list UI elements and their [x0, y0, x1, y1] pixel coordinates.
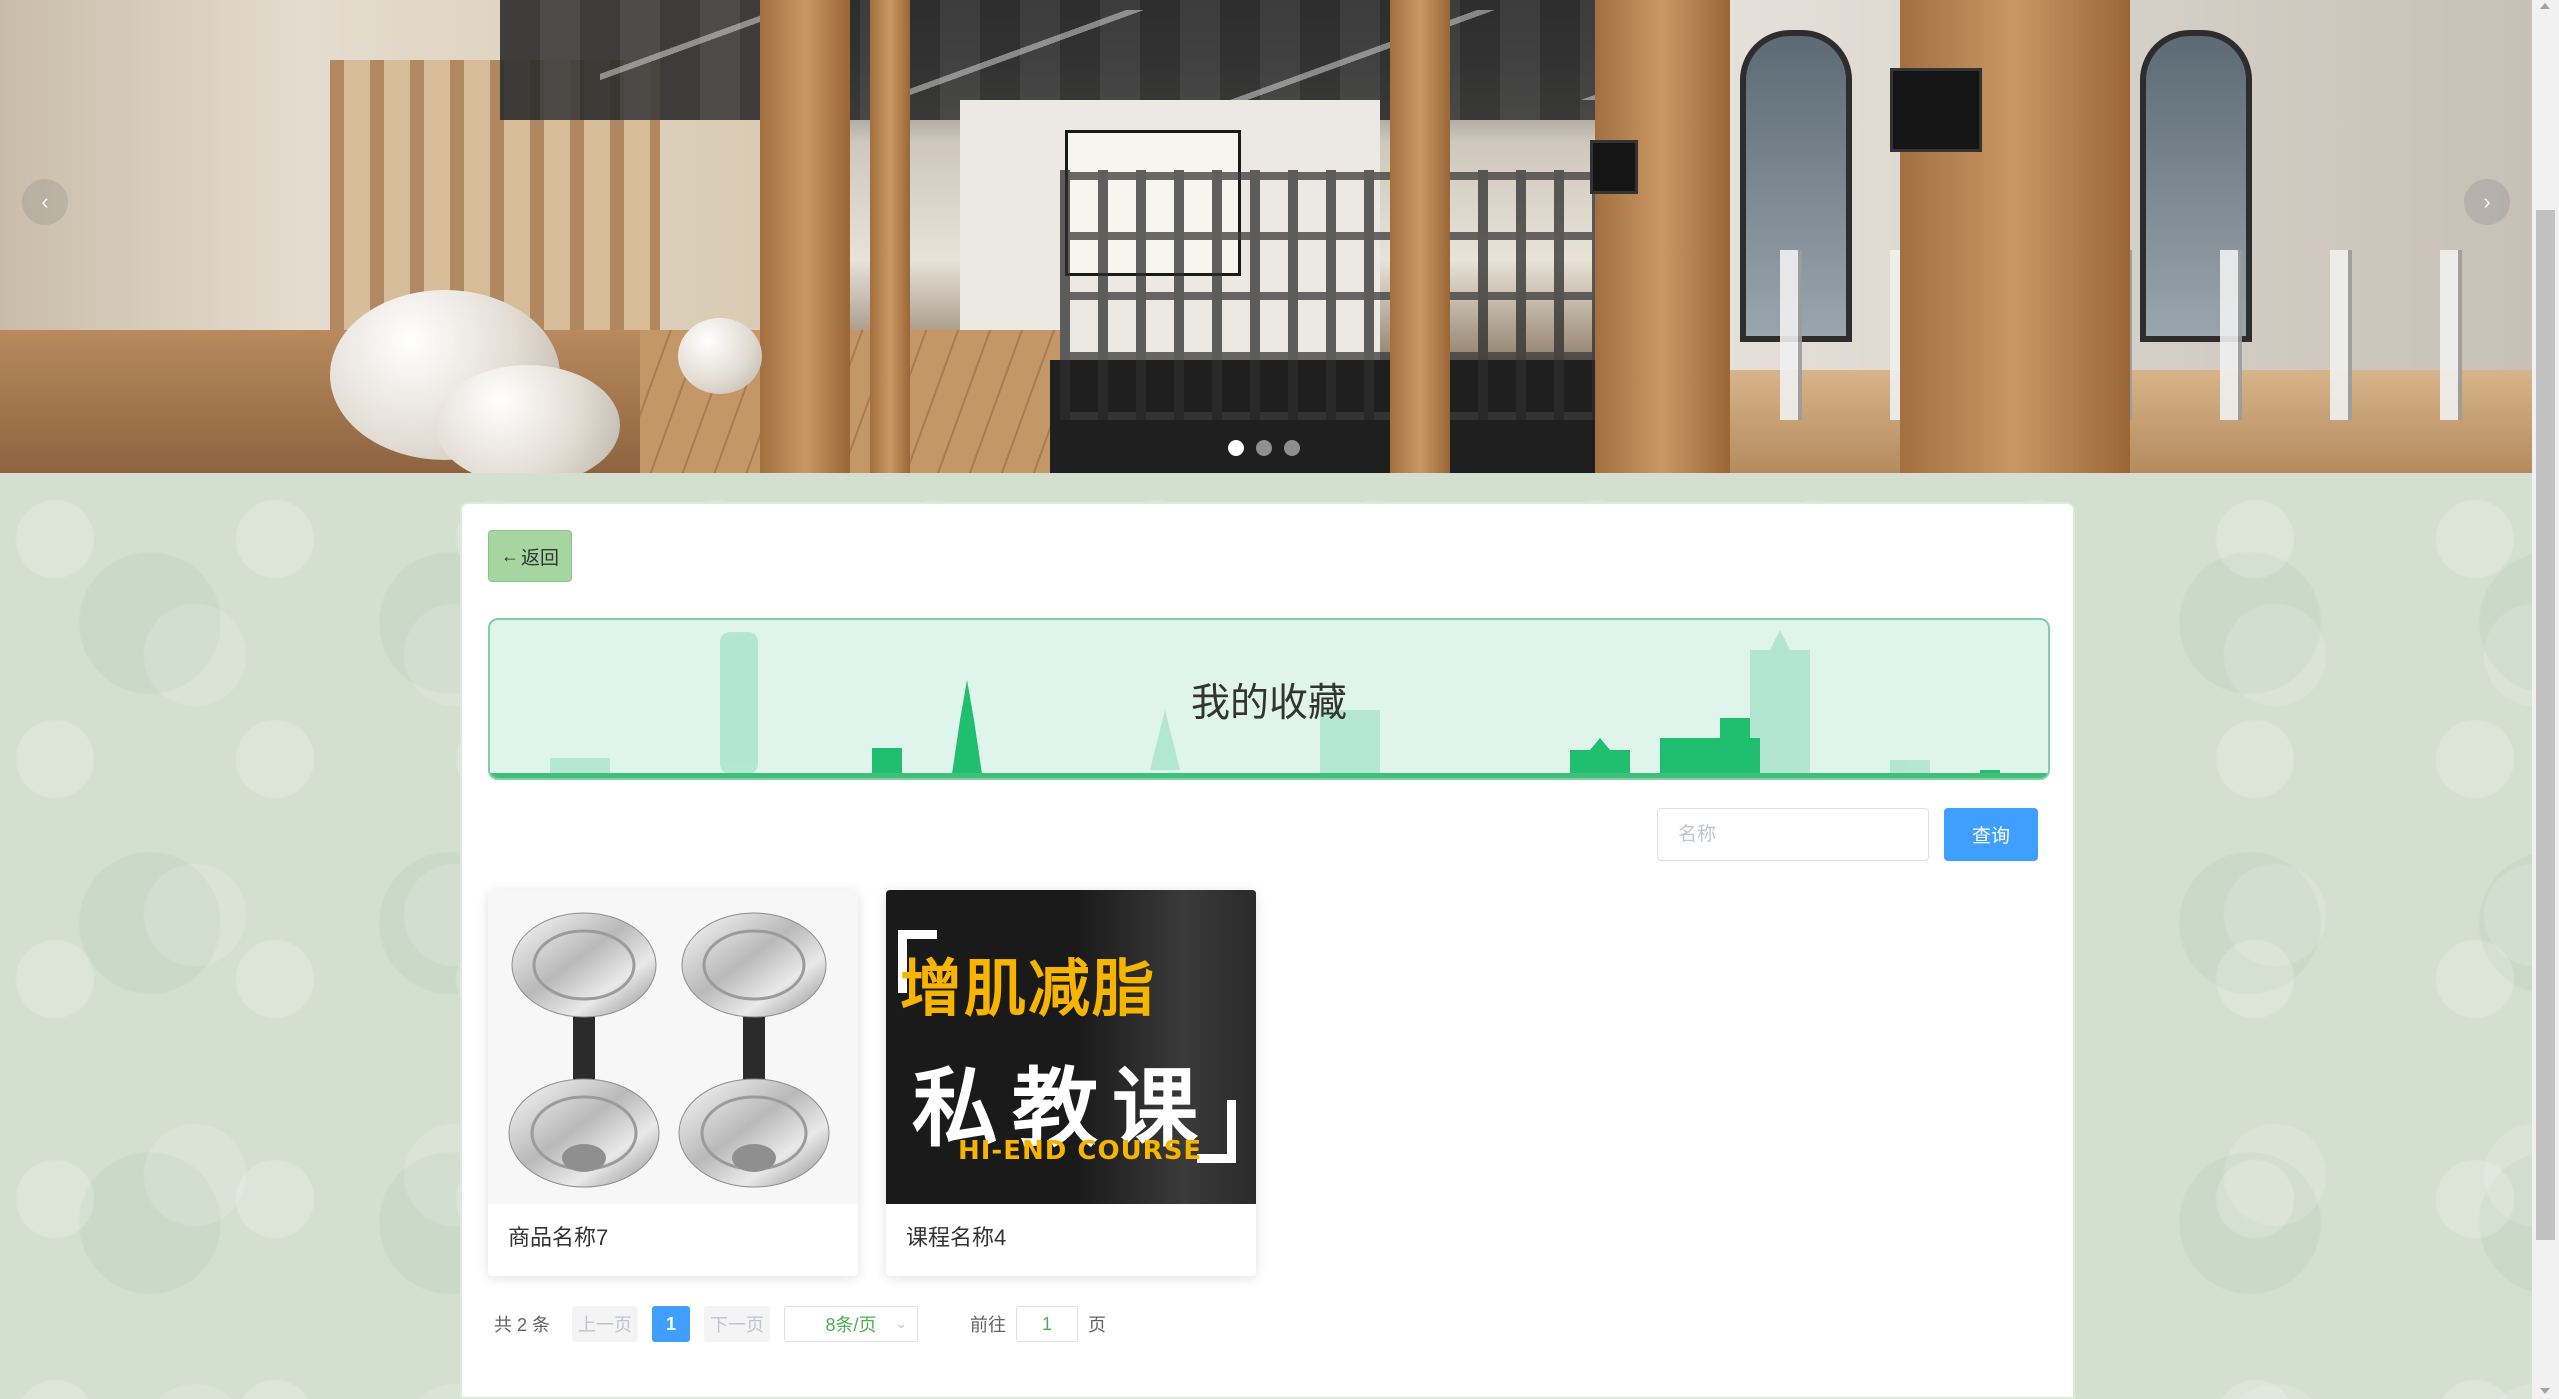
next-page-button[interactable]: 下一页	[704, 1306, 771, 1342]
poster-bracket	[1197, 1100, 1236, 1163]
goto-suffix: 页	[1088, 1315, 1107, 1335]
page-title-banner: 我的收藏	[488, 618, 2050, 780]
goto-page-input[interactable]: 1	[1016, 1306, 1079, 1342]
page-scrollbar[interactable]	[2532, 0, 2559, 1399]
page-size-select[interactable]: 8条/页 ⌄	[784, 1306, 919, 1342]
skyline-building	[1770, 630, 1790, 650]
carousel-prev-button[interactable]: ‹	[22, 179, 68, 225]
gym-photo-pillar	[1595, 0, 1730, 473]
gym-photo-pillar	[870, 0, 910, 473]
gym-photo-ball	[678, 318, 762, 394]
page-title: 我的收藏	[1190, 682, 1347, 725]
goto-label: 前往	[970, 1315, 1007, 1335]
gym-photo-pillar	[1390, 0, 1450, 473]
carousel-dot[interactable]	[1228, 440, 1244, 456]
carousel-dot[interactable]	[1256, 440, 1272, 456]
gym-photo-treadmills	[1780, 250, 2532, 420]
dumbbell-left	[508, 912, 660, 1188]
dumbbell-illustration	[508, 912, 830, 1188]
search-button[interactable]: 查询	[1944, 808, 2038, 861]
favorite-card[interactable]: 增肌减脂 私教课 HI-END COURSE 课程名称4	[886, 890, 1256, 1276]
chevron-right-icon: ›	[2483, 189, 2491, 214]
pagination: 共 2 条 上一页 1 下一页 8条/页 ⌄ 前往 1 页	[494, 1304, 1106, 1344]
skyline-building	[1570, 750, 1630, 774]
course-poster-image: 增肌减脂 私教课 HI-END COURSE	[886, 890, 1256, 1204]
gym-photo-tv	[1590, 140, 1638, 194]
page-size-value: 8条/页	[825, 1315, 877, 1335]
chevron-left-icon: ‹	[41, 189, 49, 214]
scroll-up-icon[interactable]	[2540, 3, 2550, 9]
banner-baseline	[490, 773, 2048, 778]
gym-photo-pillar	[760, 0, 850, 473]
skyline-building	[550, 758, 610, 774]
gym-photo-ball	[435, 365, 620, 473]
skyline-building	[1590, 738, 1610, 750]
poster-subtitle: HI-END COURSE	[958, 1136, 1203, 1166]
skyline-building	[872, 748, 902, 774]
favorite-card-name: 商品名称7	[508, 1225, 609, 1250]
scroll-down-icon[interactable]	[2540, 1388, 2550, 1394]
scrollbar-thumb[interactable]	[2536, 210, 2555, 1240]
back-button-label: 返回	[520, 547, 559, 569]
back-button[interactable]: ← 返回	[488, 530, 572, 582]
favorites-panel: ← 返回 我的收藏 名称 查询 商品名称7 增肌减脂 私教课 HI-END CO…	[460, 502, 2075, 1399]
dumbbell-right	[678, 912, 830, 1188]
page-number-button[interactable]: 1	[652, 1306, 691, 1342]
chevron-down-icon: ⌄	[895, 1315, 908, 1331]
carousel-dot[interactable]	[1284, 440, 1300, 456]
poster-title-line1: 增肌减脂	[900, 952, 1157, 1025]
gym-photo-tv	[1890, 68, 1982, 152]
carousel-next-button[interactable]: ›	[2464, 179, 2510, 225]
skyline-building	[1890, 760, 1930, 774]
dumbbell-image	[488, 890, 858, 1204]
favorite-card-name: 课程名称4	[906, 1225, 1007, 1250]
carousel-indicators	[1228, 440, 1300, 456]
arrow-left-icon: ←	[500, 545, 519, 566]
hero-carousel: ‹ ›	[0, 0, 2532, 473]
pagination-total: 共 2 条	[494, 1315, 551, 1335]
name-search-input[interactable]	[1657, 808, 1929, 861]
favorite-card[interactable]: 商品名称7	[488, 890, 858, 1276]
prev-page-button[interactable]: 上一页	[572, 1306, 639, 1342]
